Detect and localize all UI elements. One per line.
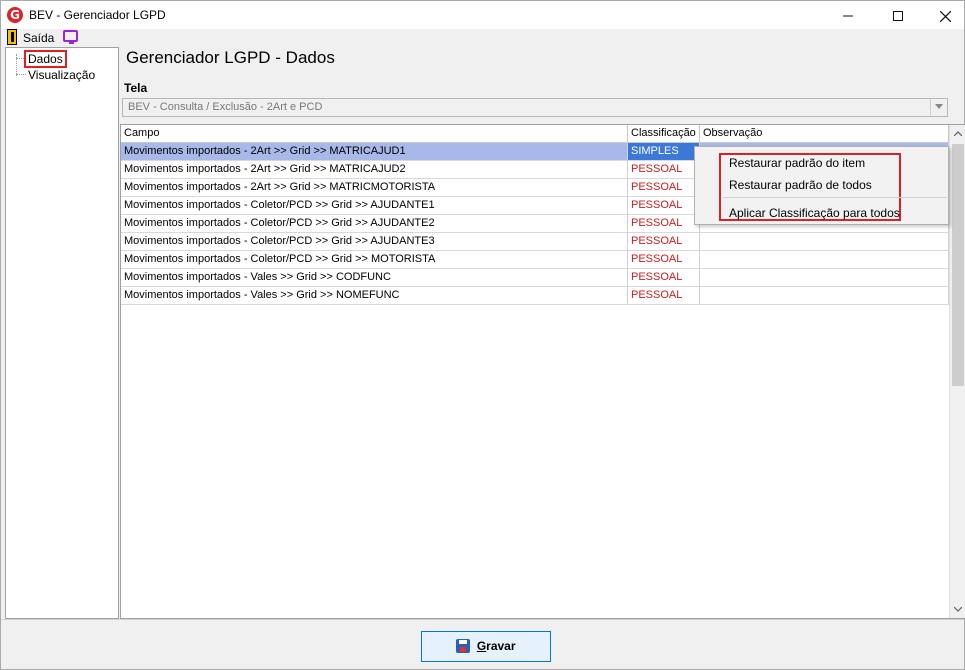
app-window: G BEV - Gerenciador LGPD Saída Dados Vis… (0, 0, 965, 670)
tree-item-dados[interactable]: Dados (24, 50, 67, 68)
close-icon (939, 10, 951, 23)
table-row[interactable]: Movimentos importados - Vales >> Grid >>… (121, 287, 949, 305)
dropdown-button[interactable] (930, 99, 947, 116)
window-title: BEV - Gerenciador LGPD (29, 8, 166, 22)
page-title: Gerenciador LGPD - Dados (126, 48, 335, 67)
table-row[interactable]: Movimentos importados - Coletor/PCD >> G… (121, 233, 949, 251)
menu-separator (723, 197, 947, 198)
maximize-icon (893, 11, 903, 22)
cell-classificacao[interactable]: PESSOAL (628, 233, 700, 250)
grid-header: Campo Classificação Observação (121, 125, 949, 143)
cell-observacao[interactable] (700, 233, 949, 250)
monitor-icon[interactable] (63, 30, 78, 44)
vertical-scrollbar[interactable] (949, 125, 965, 618)
scrollbar-thumb[interactable] (952, 144, 964, 386)
save-button[interactable]: Gravar (421, 631, 551, 662)
menu-item-restore-all-defaults[interactable]: Restaurar padrão de todos (729, 178, 872, 192)
table-row[interactable]: Movimentos importados - Coletor/PCD >> G… (121, 251, 949, 269)
navigation-tree: Dados Visualização (5, 47, 119, 619)
cell-observacao[interactable] (700, 269, 949, 286)
column-header-campo[interactable]: Campo (121, 125, 628, 143)
tree-connector (16, 74, 26, 75)
exit-door-icon[interactable] (7, 29, 17, 45)
column-header-classificacao[interactable]: Classificação (628, 125, 700, 143)
save-button-label: Gravar (476, 639, 516, 653)
cell-campo[interactable]: Movimentos importados - Coletor/PCD >> G… (121, 251, 628, 268)
tree-item-visualizacao[interactable]: Visualização (28, 68, 95, 82)
footer-bar: Gravar (1, 619, 964, 669)
chevron-up-icon (953, 131, 963, 137)
cell-campo[interactable]: Movimentos importados - 2Art >> Grid >> … (121, 179, 628, 196)
screen-select-value: BEV - Consulta / Exclusão - 2Art e PCD (128, 101, 323, 113)
title-bar: G BEV - Gerenciador LGPD (1, 1, 964, 29)
chevron-down-icon (935, 104, 943, 109)
menu-item-restore-item-default[interactable]: Restaurar padrão do item (729, 156, 865, 170)
cell-classificacao[interactable]: SIMPLES (628, 143, 700, 160)
minimize-button[interactable] (825, 1, 871, 29)
cell-campo[interactable]: Movimentos importados - Coletor/PCD >> G… (121, 233, 628, 250)
cell-observacao[interactable] (700, 287, 949, 304)
chevron-down-icon (953, 606, 963, 612)
menu-item-apply-classification-all[interactable]: Aplicar Classificação para todos (729, 206, 900, 220)
app-logo-icon: G (7, 7, 23, 23)
cell-campo[interactable]: Movimentos importados - Coletor/PCD >> G… (121, 215, 628, 232)
cell-classificacao[interactable]: PESSOAL (628, 251, 700, 268)
close-button[interactable] (922, 1, 965, 29)
minimize-icon (843, 15, 853, 17)
table-row[interactable]: Movimentos importados - Vales >> Grid >>… (121, 269, 949, 287)
cell-observacao[interactable] (700, 251, 949, 268)
cell-classificacao[interactable]: PESSOAL (628, 215, 700, 232)
maximize-button[interactable] (875, 1, 921, 29)
cell-classificacao[interactable]: PESSOAL (628, 269, 700, 286)
floppy-disk-icon (456, 639, 471, 653)
context-menu: Restaurar padrão do item Restaurar padrã… (694, 146, 949, 225)
scroll-down-button[interactable] (950, 601, 965, 618)
cell-campo[interactable]: Movimentos importados - 2Art >> Grid >> … (121, 143, 628, 160)
column-header-observacao[interactable]: Observação (700, 125, 949, 143)
screen-select[interactable]: BEV - Consulta / Exclusão - 2Art e PCD (122, 98, 948, 117)
cell-classificacao[interactable]: PESSOAL (628, 161, 700, 178)
scroll-up-button[interactable] (950, 125, 965, 142)
cell-classificacao[interactable]: PESSOAL (628, 287, 700, 304)
cell-classificacao[interactable]: PESSOAL (628, 197, 700, 214)
cell-campo[interactable]: Movimentos importados - 2Art >> Grid >> … (121, 161, 628, 178)
cell-campo[interactable]: Movimentos importados - Vales >> Grid >>… (121, 287, 628, 304)
cell-classificacao[interactable]: PESSOAL (628, 179, 700, 196)
menu-bar: Saída (1, 29, 964, 47)
screen-label: Tela (124, 81, 148, 95)
cell-campo[interactable]: Movimentos importados - Coletor/PCD >> G… (121, 197, 628, 214)
cell-campo[interactable]: Movimentos importados - Vales >> Grid >>… (121, 269, 628, 286)
menu-exit[interactable]: Saída (23, 31, 54, 45)
